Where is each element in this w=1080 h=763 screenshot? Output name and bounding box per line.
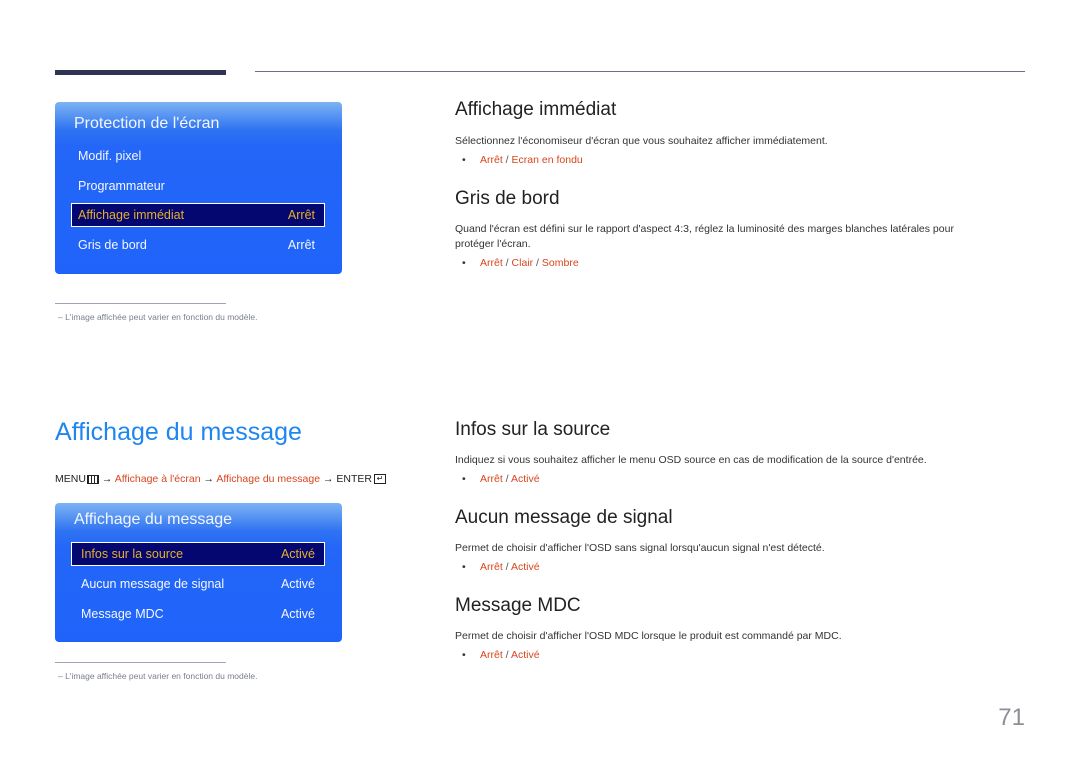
menu-path: MENU → Affichage à l'écran → Affichage d… <box>55 473 386 485</box>
header-rule-thin <box>255 71 1025 72</box>
osd-item-label: Programmateur <box>78 179 165 193</box>
osd-item-value: Activé <box>280 547 315 561</box>
option: Activé <box>510 649 540 661</box>
menu-icon <box>86 474 99 484</box>
bullet-icon: • <box>462 154 466 166</box>
page-section-title: Affichage du message <box>55 418 302 446</box>
section-description: Permet de choisir d'afficher l'OSD MDC l… <box>455 630 842 642</box>
osd-item-infos-source[interactable]: Infos sur la source Activé <box>71 542 325 566</box>
section-heading: Aucun message de signal <box>455 507 673 528</box>
section-heading: Infos sur la source <box>455 419 611 440</box>
section-options: • Arrêt / Clair / Sombre <box>462 257 579 269</box>
section-heading: Gris de bord <box>455 188 560 209</box>
osd-item-label: Gris de bord <box>78 238 147 252</box>
arrow-icon: → <box>322 473 334 485</box>
section-options: • Arrêt / Activé <box>462 649 540 661</box>
osd-title: Protection de l'écran <box>74 115 220 132</box>
section-description: Quand l'écran est défini sur le rapport … <box>455 223 954 250</box>
osd-item-label: Modif. pixel <box>78 149 142 163</box>
osd-title: Affichage du message <box>74 511 233 528</box>
option: Arrêt <box>480 649 503 661</box>
section-description: Permet de choisir d'afficher l'OSD sans … <box>455 542 825 554</box>
option: Ecran en fondu <box>511 154 583 166</box>
footnote-rule <box>55 303 226 304</box>
menu-label: MENU <box>55 473 86 485</box>
osd-panel-screen-protection: Protection de l'écran Modif. pixel Progr… <box>55 102 342 274</box>
footnote: – L'image affichée peut varier en foncti… <box>58 312 258 322</box>
section-description: Sélectionnez l'économiseur d'écran que v… <box>455 135 828 147</box>
osd-item-label: Aucun message de signal <box>81 577 225 591</box>
enter-icon: ↵ <box>373 474 386 485</box>
header-rule-thick <box>55 70 226 75</box>
enter-label: ENTER <box>336 473 372 485</box>
bullet-icon: • <box>462 649 466 661</box>
option: Arrêt <box>480 257 503 269</box>
page-number: 71 <box>998 704 1025 731</box>
section-options: • Arrêt / Activé <box>462 561 540 573</box>
bullet-icon: • <box>462 257 466 269</box>
osd-item-value: Arrêt <box>287 208 315 222</box>
option: Activé <box>510 473 540 485</box>
osd-item-aucun-message[interactable]: Aucun message de signal Activé <box>71 572 325 596</box>
osd-item-programmateur[interactable]: Programmateur <box>71 174 325 198</box>
option: Activé <box>510 561 540 573</box>
section-options: • Arrêt / Ecran en fondu <box>462 154 583 166</box>
section-heading: Message MDC <box>455 595 581 616</box>
arrow-icon: → <box>101 473 113 485</box>
osd-item-label: Message MDC <box>81 607 164 621</box>
osd-item-modif-pixel[interactable]: Modif. pixel <box>71 144 325 168</box>
option: Sombre <box>541 257 579 269</box>
osd-item-affichage-immediat[interactable]: Affichage immédiat Arrêt <box>71 203 325 227</box>
bullet-icon: • <box>462 473 466 485</box>
menu-path-step: Affichage du message <box>216 473 321 485</box>
osd-item-gris-de-bord[interactable]: Gris de bord Arrêt <box>71 233 325 257</box>
footnote-rule <box>55 662 226 663</box>
option: Arrêt <box>480 561 503 573</box>
section-description: Indiquez si vous souhaitez afficher le m… <box>455 454 927 466</box>
osd-item-label: Affichage immédiat <box>78 208 185 222</box>
osd-item-message-mdc[interactable]: Message MDC Activé <box>71 602 325 626</box>
osd-item-value: Activé <box>280 577 315 591</box>
osd-item-value: Arrêt <box>287 238 315 252</box>
footnote: – L'image affichée peut varier en foncti… <box>58 671 258 681</box>
osd-item-label: Infos sur la source <box>81 547 184 561</box>
menu-path-step: Affichage à l'écran <box>114 473 201 485</box>
arrow-icon: → <box>203 473 214 485</box>
option: Arrêt <box>480 473 503 485</box>
osd-panel-message-display: Affichage du message Infos sur la source… <box>55 503 342 642</box>
section-heading: Affichage immédiat <box>455 99 617 120</box>
section-options: • Arrêt / Activé <box>462 473 540 485</box>
osd-item-value: Activé <box>280 607 315 621</box>
option: Arrêt <box>480 154 503 166</box>
bullet-icon: • <box>462 561 466 573</box>
option: Clair <box>511 257 534 269</box>
